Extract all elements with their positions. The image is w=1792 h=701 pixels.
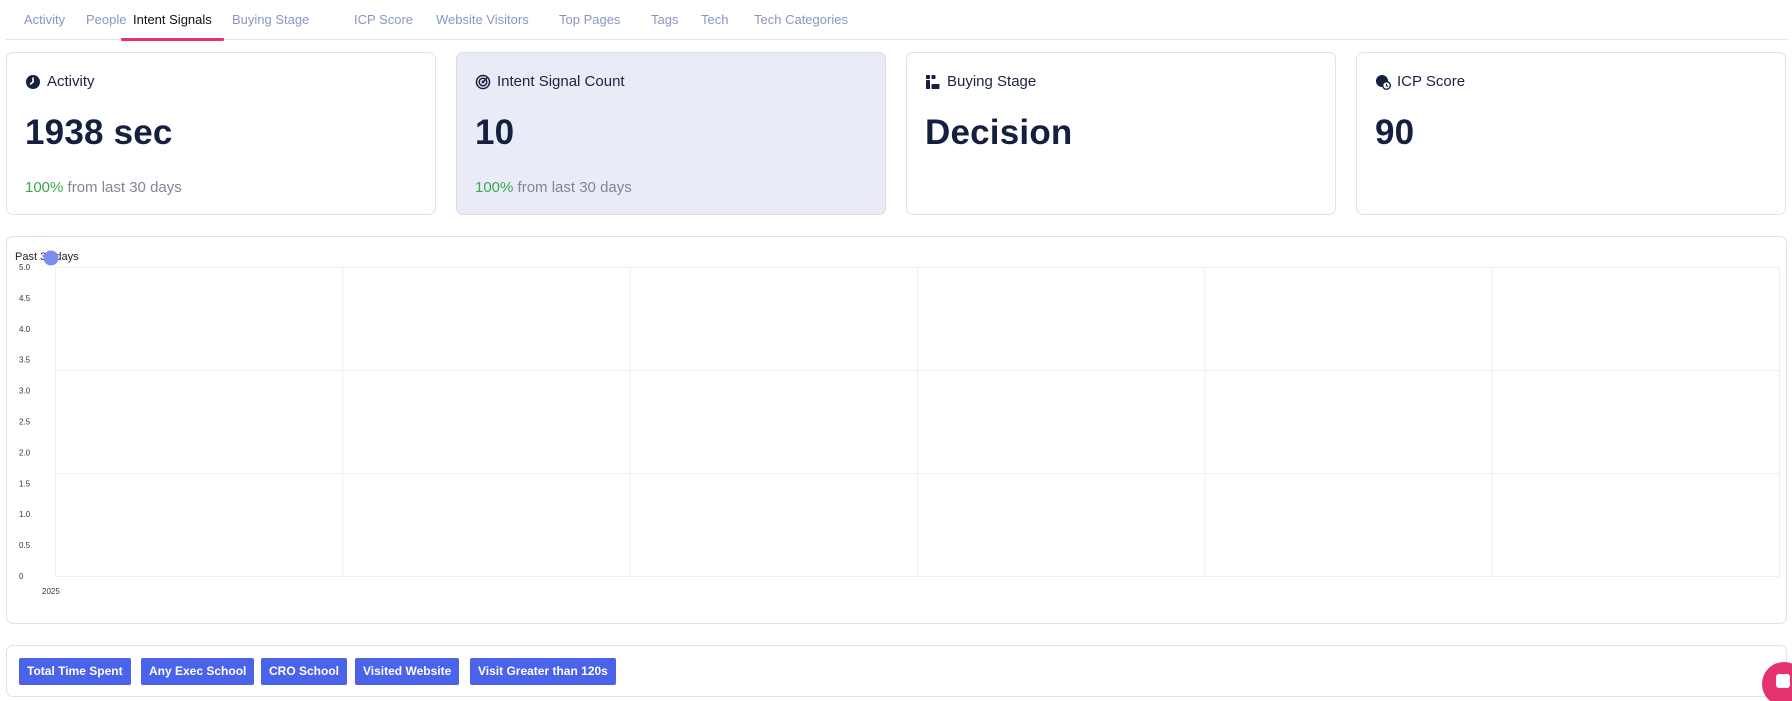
tag-visited-website[interactable]: Visited Website <box>355 658 460 685</box>
chart-data-point <box>43 250 59 266</box>
chat-icon <box>1776 674 1790 688</box>
page-root: Activity People Intent Signals Buying St… <box>0 0 1792 701</box>
chart-y-tick-label: 2.0 <box>19 448 31 457</box>
buying-card-value: Decision <box>925 113 1073 152</box>
clock-icon <box>26 74 40 89</box>
radar-icon <box>475 74 491 89</box>
chart-y-tick-label: 2.5 <box>19 418 31 427</box>
tag-cro-school[interactable]: CRO School <box>261 658 348 685</box>
tab-bar: Activity People Intent Signals Buying St… <box>6 0 1787 41</box>
chart-y-tick-label: 0 <box>19 572 24 581</box>
activity-card-title: Activity <box>47 73 95 90</box>
activity-card-header: Activity <box>25 73 95 90</box>
icp-card-value: 90 <box>1375 113 1415 152</box>
signal-tags-panel: Total Time Spent Any Exec School CRO Sch… <box>6 645 1787 697</box>
intent-signal-card[interactable]: Intent Signal Count 10 100% from last 30… <box>456 52 886 215</box>
chart-x-tick-label: 2025 <box>42 587 60 596</box>
tab-activity[interactable]: Activity <box>12 0 77 40</box>
activity-delta-percent: 100% <box>25 179 64 196</box>
chart-y-tick-label: 5.0 <box>19 263 31 272</box>
activity-card-delta: 100% from last 30 days <box>25 179 182 196</box>
intent-delta-text: from last 30 days <box>513 179 632 196</box>
tab-intent-signals[interactable]: Intent Signals <box>121 0 224 41</box>
tab-tags[interactable]: Tags <box>639 0 690 40</box>
intent-card-delta: 100% from last 30 days <box>475 179 632 196</box>
chart-y-tick-label: 0.5 <box>19 541 31 550</box>
intent-signals-chart: 0 0.5 1.0 1.5 2.0 2.5 3.0 3.5 4.0 4.5 5.0 2025 <box>19 250 1780 596</box>
intent-card-header: Intent Signal Count <box>475 73 625 90</box>
icp-card-header: ICP Score <box>1375 73 1465 90</box>
icp-score-card: ICP Score 90 <box>1356 52 1786 215</box>
tag-total-time-spent[interactable]: Total Time Spent <box>19 658 131 685</box>
activity-delta-text: from last 30 days <box>63 179 182 196</box>
intent-card-value: 10 <box>475 113 515 152</box>
tag-visit-greater-than-120s[interactable]: Visit Greater than 120s <box>470 658 616 685</box>
buying-card-header: Buying Stage <box>925 73 1036 90</box>
intent-card-title: Intent Signal Count <box>497 73 625 90</box>
chart-y-tick-label: 3.0 <box>19 387 31 396</box>
tag-any-exec-school[interactable]: Any Exec School <box>141 658 255 685</box>
chart-y-tick-label: 1.5 <box>19 479 31 488</box>
chart-y-tick-label: 3.5 <box>19 356 31 365</box>
chart-y-tick-label: 4.0 <box>19 325 31 334</box>
tab-icp-score[interactable]: ICP Score <box>342 0 425 40</box>
tab-website-visitors[interactable]: Website Visitors <box>424 0 541 40</box>
tab-tech-categories[interactable]: Tech Categories <box>742 0 860 40</box>
tab-top-pages[interactable]: Top Pages <box>547 0 632 40</box>
icp-card-title: ICP Score <box>1397 73 1466 90</box>
chart-y-tick-label: 4.5 <box>19 294 31 303</box>
buying-card-title: Buying Stage <box>947 73 1037 90</box>
tab-buying-stage[interactable]: Buying Stage <box>220 0 321 40</box>
tab-tech[interactable]: Tech <box>689 0 740 40</box>
target-badge-icon <box>1376 74 1391 90</box>
stages-icon <box>926 74 940 89</box>
activity-card: Activity 1938 sec 100% from last 30 days <box>6 52 436 215</box>
intent-signals-chart-panel: Past 30 days 00.51.01.52.02.53.03.54.04.… <box>6 236 1787 624</box>
activity-card-value: 1938 sec <box>25 113 173 152</box>
buying-stage-card: Buying Stage Decision <box>906 52 1336 215</box>
intent-delta-percent: 100% <box>475 179 514 196</box>
chart-y-tick-label: 1.0 <box>19 510 31 519</box>
